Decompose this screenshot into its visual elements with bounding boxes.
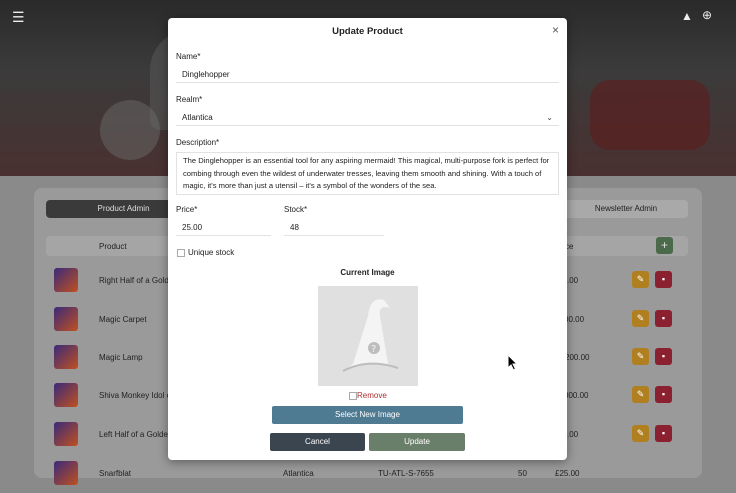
unique-stock-checkbox[interactable]: [177, 249, 185, 257]
edit-icon[interactable]: ✎: [632, 425, 649, 442]
remove-image-label: Remove: [357, 391, 387, 400]
product-name: Shiva Monkey Idol o: [99, 391, 172, 400]
current-image-label: Current Image: [340, 268, 395, 277]
product-price: £25.00: [555, 469, 580, 478]
cancel-button[interactable]: Cancel: [270, 433, 365, 451]
product-thumbnail: [54, 307, 78, 331]
trash-icon[interactable]: ▪: [655, 310, 672, 327]
hero-decoration: [590, 80, 710, 150]
stock-field[interactable]: 48: [284, 219, 384, 236]
table-row: Snarfblat Atlantica TU-ATL-S-7655 50 £25…: [46, 455, 688, 493]
current-product-image: ?: [318, 286, 418, 386]
column-header-product: Product: [99, 242, 127, 251]
wizard-hat-icon: ?: [342, 299, 399, 372]
add-product-button[interactable]: +: [656, 237, 673, 254]
product-name: Magic Lamp: [99, 353, 143, 362]
edit-icon[interactable]: ✎: [632, 348, 649, 365]
menu-icon[interactable]: ☰: [12, 9, 25, 26]
cart-icon[interactable]: ⊕: [702, 8, 712, 22]
product-name: Right Half of a Gold: [99, 276, 169, 285]
update-button[interactable]: Update: [369, 433, 465, 451]
realm-label: Realm*: [176, 95, 203, 104]
realm-selected-value: Atlantica: [182, 113, 213, 122]
chevron-down-icon: ⌄: [546, 113, 553, 122]
trash-icon[interactable]: ▪: [655, 425, 672, 442]
product-thumbnail: [54, 422, 78, 446]
product-sku: TU-ATL-S-7655: [378, 469, 434, 478]
stock-label: Stock*: [284, 205, 308, 214]
update-product-modal: Update Product × Name* Dinglehopper Real…: [168, 18, 567, 460]
edit-icon[interactable]: ✎: [632, 386, 649, 403]
trash-icon[interactable]: ▪: [655, 271, 672, 288]
product-price: .00: [567, 430, 579, 439]
name-label: Name*: [176, 52, 201, 61]
product-thumbnail: [54, 268, 78, 292]
product-thumbnail: [54, 383, 78, 407]
description-label: Description*: [176, 138, 220, 147]
hero-decoration: [100, 100, 160, 160]
svg-text:?: ?: [371, 344, 376, 355]
wizard-hat-icon[interactable]: ▲: [681, 9, 693, 23]
product-realm: Atlantica: [283, 469, 314, 478]
modal-title: Update Product: [332, 26, 403, 37]
select-new-image-button[interactable]: Select New Image: [272, 406, 463, 424]
trash-icon[interactable]: ▪: [655, 386, 672, 403]
product-stock: 50: [518, 469, 527, 478]
trash-icon[interactable]: ▪: [655, 348, 672, 365]
product-price: 200.00: [565, 353, 590, 362]
product-thumbnail: [54, 345, 78, 369]
edit-icon[interactable]: ✎: [632, 271, 649, 288]
description-field[interactable]: The Dinglehopper is an essential tool fo…: [176, 152, 559, 195]
product-name: Left Half of a Golde: [99, 430, 168, 439]
name-field[interactable]: Dinglehopper: [176, 66, 559, 83]
product-thumbnail: [54, 461, 78, 485]
mouse-cursor-icon: [507, 354, 519, 371]
tab-newsletter-admin[interactable]: Newsletter Admin: [551, 200, 701, 218]
product-name: Magic Carpet: [99, 315, 147, 324]
edit-icon[interactable]: ✎: [632, 310, 649, 327]
product-name: Snarfblat: [99, 469, 132, 478]
close-icon[interactable]: ×: [552, 23, 559, 37]
remove-image-checkbox[interactable]: [349, 392, 357, 400]
realm-select[interactable]: Atlantica ⌄: [176, 109, 559, 126]
product-price: 000.00: [564, 391, 589, 400]
price-label: Price*: [176, 205, 198, 214]
product-price: .00: [567, 276, 579, 285]
product-price: 00.00: [564, 315, 585, 324]
price-field[interactable]: 25.00: [176, 219, 271, 236]
unique-stock-label: Unique stock: [188, 248, 235, 257]
